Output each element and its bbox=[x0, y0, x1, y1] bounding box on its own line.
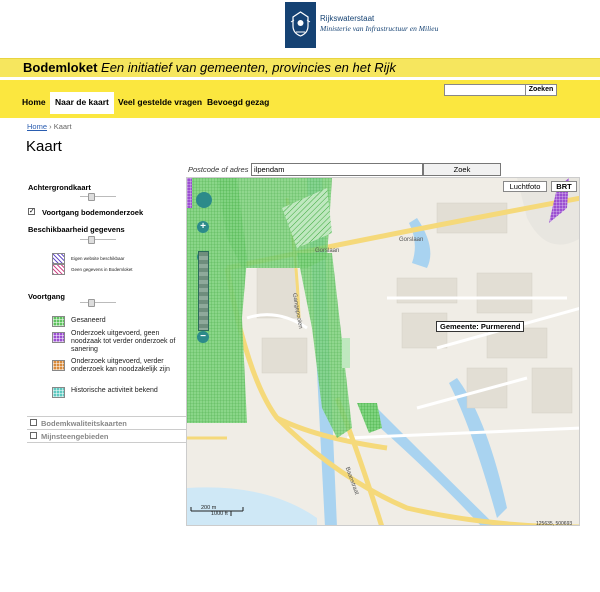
legend-geen-gegevens: Geen gegevens in Bodemloket bbox=[71, 267, 133, 272]
brt-button[interactable]: BRT bbox=[551, 181, 577, 192]
road-label: Gorslaan bbox=[315, 248, 340, 254]
map-canvas bbox=[187, 178, 579, 525]
breadcrumb: Home › Kaart bbox=[27, 122, 72, 131]
brand-name: Bodemloket bbox=[23, 60, 98, 75]
beschikbaarheid-heading: Beschikbaarheid gegevens bbox=[28, 225, 125, 234]
breadcrumb-current: Kaart bbox=[53, 122, 72, 131]
legend-swatch-gesaneerd bbox=[52, 316, 65, 327]
legend-historische-activiteit: Historische activiteit bekend bbox=[71, 387, 158, 394]
page-title: Kaart bbox=[26, 138, 62, 155]
zoom-min-icon[interactable]: − bbox=[197, 331, 209, 343]
coat-of-arms-icon bbox=[285, 2, 316, 48]
scale-bar: 200 m 1000 ft bbox=[187, 504, 262, 518]
breadcrumb-separator: › bbox=[49, 122, 52, 131]
slider-track bbox=[80, 196, 116, 197]
divider bbox=[27, 442, 187, 443]
achtergrondkaart-slider[interactable] bbox=[80, 193, 116, 201]
scale-feet: 1000 ft bbox=[211, 511, 228, 517]
legend-swatch-geen-gegevens bbox=[52, 264, 65, 275]
bodemkwaliteitskaarten-label[interactable]: Bodemkwaliteitskaarten bbox=[41, 419, 127, 428]
slider-track bbox=[80, 302, 116, 303]
slider-knob[interactable] bbox=[88, 193, 95, 201]
tagline: Een initiatief van gemeenten, provincies… bbox=[101, 60, 396, 75]
legend-verder-onderzoek: Onderzoek uitgevoerd, verder onderzoek k… bbox=[71, 358, 170, 373]
legend-gesaneerd: Gesaneerd bbox=[71, 317, 106, 324]
address-search-button[interactable]: Zoek bbox=[423, 163, 501, 176]
beschikbaarheid-slider[interactable] bbox=[80, 236, 116, 244]
divider bbox=[27, 416, 187, 417]
slider-knob[interactable] bbox=[88, 236, 95, 244]
road-label: Gorslaan bbox=[399, 237, 424, 243]
title-bar: Bodemloket Een initiatief van gemeenten,… bbox=[0, 58, 600, 77]
legend-swatch-historische-activiteit bbox=[52, 387, 65, 398]
breadcrumb-home[interactable]: Home bbox=[27, 122, 47, 131]
site-title: Bodemloket Een initiatief van gemeenten,… bbox=[23, 60, 396, 75]
legend-swatch-geen-noodzaak bbox=[52, 332, 65, 343]
achtergrondkaart-heading: Achtergrondkaart bbox=[28, 183, 91, 192]
map-view[interactable]: + − − Luchtfoto BRT Gorslaan Gorslaan Ga… bbox=[186, 177, 580, 526]
ministry-name: Ministerie van Infrastructuur en Milieu bbox=[320, 24, 439, 33]
address-input[interactable]: ilpendam bbox=[251, 163, 423, 176]
nav-naar-de-kaart[interactable]: Naar de kaart bbox=[50, 92, 114, 114]
map-coordinates: 125635, 500693 bbox=[536, 521, 573, 527]
legend-swatch-eigen-website bbox=[52, 253, 65, 264]
voortgang-checkbox-label: Voortgang bodemonderzoek bbox=[42, 208, 144, 217]
voortgang-checkbox[interactable]: ✓ bbox=[28, 208, 35, 215]
pan-control-icon[interactable] bbox=[196, 192, 212, 208]
rijkswaterstaat-logo: Rijkswaterstaat Ministerie van Infrastru… bbox=[285, 2, 439, 48]
legend-geen-noodzaak: Onderzoek uitgevoerd, geen noodzaak tot … bbox=[71, 330, 176, 353]
site-search-button[interactable]: Zoeken bbox=[525, 84, 557, 96]
nav-home[interactable]: Home bbox=[18, 94, 50, 110]
mijnsteengebieden-label[interactable]: Mijnsteengebieden bbox=[41, 432, 109, 441]
zoom-slider[interactable] bbox=[198, 251, 209, 331]
municipality-label: Gemeente: Purmerend bbox=[436, 321, 525, 332]
mijnsteengebieden-checkbox[interactable] bbox=[30, 432, 37, 439]
bodemkwaliteitskaarten-checkbox[interactable] bbox=[30, 419, 37, 426]
zoom-in-icon[interactable]: + bbox=[197, 221, 209, 233]
divider bbox=[27, 429, 187, 430]
luchtfoto-button[interactable]: Luchtfoto bbox=[503, 181, 547, 192]
nav-bevoegd-gezag[interactable]: Bevoegd gezag bbox=[203, 94, 273, 110]
slider-knob[interactable] bbox=[88, 299, 95, 307]
address-label: Postcode of adres bbox=[188, 165, 249, 174]
site-search-input[interactable] bbox=[444, 84, 526, 96]
voortgang-slider[interactable] bbox=[80, 299, 116, 307]
legend-eigen-website: Eigen website beschikbaar bbox=[71, 256, 125, 261]
legend-swatch-verder-onderzoek bbox=[52, 360, 65, 371]
org-name: Rijkswaterstaat bbox=[320, 14, 375, 23]
nav-veel-gestelde-vragen[interactable]: Veel gestelde vragen bbox=[114, 94, 206, 110]
voortgang-heading: Voortgang bbox=[28, 292, 65, 301]
slider-track bbox=[80, 239, 116, 240]
